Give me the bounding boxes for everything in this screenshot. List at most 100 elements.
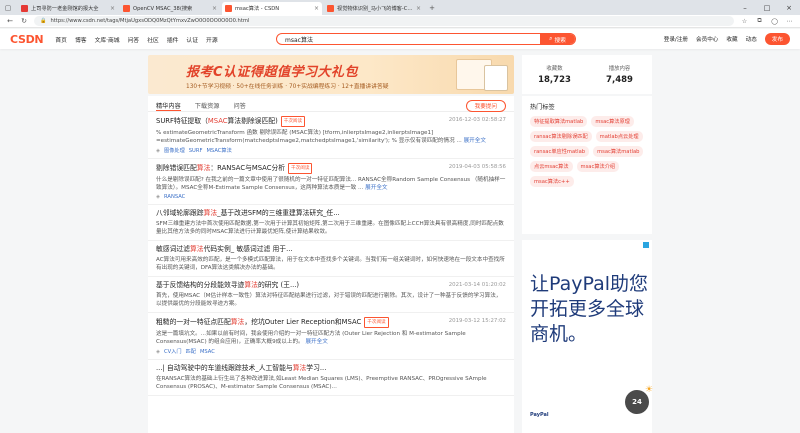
login-link[interactable]: 登录/注册 — [664, 35, 688, 43]
title-text: 敏感词过滤 — [156, 245, 190, 253]
tab-featured[interactable]: 精华内容 — [156, 101, 181, 111]
item-desc: AC算法可用来高效的匹配，是一个多模式匹配算法，用于在文本中查找多个关键词。当我… — [156, 257, 505, 271]
nav-item[interactable]: 问答 — [128, 35, 140, 44]
title-text: 基于反馈结构的分段能效寻迹 — [156, 281, 245, 289]
tab-favicon-icon — [21, 5, 28, 12]
read-tag: 千次阅读 — [288, 163, 313, 174]
nav-item[interactable]: 博客 — [75, 35, 87, 44]
expand-link[interactable]: 展开全文 — [365, 185, 387, 191]
nav-item[interactable]: 文库·商城 — [95, 35, 120, 44]
maximize-icon[interactable]: □ — [756, 0, 778, 15]
item-title[interactable]: 敏感词过滤算法代码实例_ 敏感词过滤 用于... — [156, 245, 506, 254]
item-desc: 在RANSAC算法的基础上衍生出了各种改进算法,如Least Median Sq… — [156, 376, 487, 390]
nav-item[interactable]: 认证 — [186, 35, 198, 44]
back-icon[interactable]: ← — [6, 17, 14, 25]
more-menu-icon[interactable]: ⋯ — [785, 18, 794, 25]
hot-tag[interactable]: 特征提取算法matlab — [530, 116, 588, 127]
close-window-icon[interactable]: × — [778, 0, 800, 15]
tab-title: 上司寻防一老金刚馆的报大全 — [31, 6, 99, 12]
item-tags: ◈ 图像处理 SURF MSAC算法 — [156, 147, 506, 155]
item-tag[interactable]: MSAC — [200, 349, 215, 355]
read-tag: 千次阅读 — [280, 116, 306, 127]
list-item[interactable]: ...| 自动驾驶中的车道线跟踪技术_人工智能与算法学习... 在RANSAC算… — [148, 360, 514, 396]
item-tag[interactable]: SURF — [189, 148, 203, 154]
hot-tag[interactable]: msac算法介绍 — [576, 161, 620, 172]
url-text: https://www.csdn.net/tags/MtjaUgxsODQ0Mz… — [50, 18, 250, 24]
profile-icon[interactable]: ◯ — [770, 18, 779, 25]
nav-item[interactable]: 社区 — [147, 35, 159, 44]
list-item[interactable]: SURF特征提取（MSAC算法剔除误匹配) 千次阅读 2016-12-03 02:… — [148, 112, 514, 159]
tab-title: msac算法 - CSDN — [235, 6, 280, 12]
tab-close-icon[interactable]: × — [212, 5, 217, 12]
tab-close-icon[interactable]: × — [110, 5, 115, 12]
list-item[interactable]: 粗糙的一对一特征点匹配算法，挖坑Outer Lier Reception和MSA… — [148, 313, 514, 360]
item-tag[interactable]: MSAC算法 — [206, 147, 231, 154]
tab-title: OpenCV MSAC_38(搜索 — [133, 6, 193, 12]
tab-qa[interactable]: 问答 — [234, 101, 246, 111]
hot-tag[interactable]: matlab点云处理 — [595, 131, 643, 142]
ad-choices-icon[interactable] — [643, 242, 649, 248]
weather-widget[interactable]: 24 ☀ — [625, 385, 653, 414]
minimize-icon[interactable]: – — [734, 0, 756, 15]
list-item[interactable]: 敏感词过滤算法代码实例_ 敏感词过滤 用于... AC算法可用来高效的匹配，是一… — [148, 241, 514, 277]
item-desc: 这是一篇填坑文。...如果以前有时间，我会使用介绍的一对一特征匹配方法 (Out… — [156, 330, 506, 346]
nav-item[interactable]: 首页 — [55, 35, 67, 44]
title-text: SURF特征提取（ — [156, 117, 208, 125]
item-tag[interactable]: RANSAC — [164, 194, 185, 200]
browser-tab-active[interactable]: msac算法 - CSDN × — [222, 2, 322, 15]
vip-link[interactable]: 会员中心 — [696, 35, 718, 43]
hot-tags-panel: 热门标签 特征提取算法matlab msac算法原理 ransac算法剔除误匹配… — [522, 96, 652, 234]
hot-tag[interactable]: 点云msac算法 — [530, 161, 573, 172]
expand-link[interactable]: 展开全文 — [305, 339, 327, 345]
nav-item[interactable]: 插件 — [167, 35, 179, 44]
item-tags: ◈ RANSAC — [156, 194, 506, 200]
hot-tag[interactable]: msac算法原理 — [591, 116, 634, 127]
tab-favicon-icon — [123, 5, 130, 12]
tab-downloads[interactable]: 下载资源 — [195, 101, 220, 111]
list-item[interactable]: 基于反馈结构的分段能效寻迹算法的研究 (王...) 2021-03-14 01:… — [148, 277, 514, 313]
certificate-image — [484, 65, 508, 91]
url-field[interactable]: 🔒 https://www.csdn.net/tags/MtjaUgxsODQ0… — [34, 16, 734, 26]
list-item[interactable]: 八邻域轮廓跟踪算法_基于改进SFM的三维重建算法研究_任... SFM三维重建方… — [148, 205, 514, 241]
item-desc: % estimateGeometricTransform 函数 剔除误匹配 (M… — [156, 129, 506, 145]
browser-tab[interactable]: 上司寻防一老金刚馆的报大全 × — [18, 2, 118, 15]
nav-item[interactable]: 开源 — [206, 35, 218, 44]
item-date: 2019-04-03 05:58:56 — [448, 164, 506, 170]
favorite-star-icon[interactable]: ☆ — [740, 18, 749, 25]
window-menu-icon[interactable]: ▢ — [0, 0, 16, 15]
hot-tag[interactable]: msac算法matlab — [593, 146, 644, 157]
new-tab-icon[interactable]: + — [424, 0, 440, 15]
refresh-icon[interactable]: ↻ — [20, 17, 28, 25]
item-title[interactable]: ...| 自动驾驶中的车道线跟踪技术_人工智能与算法学习... — [156, 364, 506, 373]
item-tag[interactable]: 图像处理 — [164, 147, 185, 154]
title-text: 算法剔除误匹配) — [227, 117, 278, 125]
item-tag[interactable]: 匹配 — [186, 348, 196, 355]
hot-tag[interactable]: msac算法c++ — [530, 176, 574, 187]
collections-icon[interactable]: ⧉ — [755, 17, 764, 25]
publish-button[interactable]: 发布 — [764, 33, 790, 45]
ad-brand: PayPal — [530, 412, 549, 418]
title-text: 剔除错误匹配 — [156, 164, 197, 172]
ask-question-button[interactable]: 我要提问 — [465, 100, 506, 112]
promo-banner[interactable]: 报考C认证得超值学习大礼包 130+节学习视频 · 50+在线任务训练 · 70… — [148, 55, 514, 94]
browser-tab[interactable]: OpenCV MSAC_38(搜索 × — [120, 2, 220, 15]
hot-tag[interactable]: ransac算法剔除误匹配 — [530, 131, 592, 142]
item-title[interactable]: 八邻域轮廓跟踪算法_基于改进SFM的三维重建算法研究_任... — [156, 209, 506, 218]
desc-text: 什么是剔除误匹配? 在我之前的一篇文章中使用了很随机的一对一特征匹配算法... … — [156, 177, 506, 191]
csdn-logo[interactable]: CSDN — [10, 33, 44, 46]
search-input[interactable]: msac算法 — [277, 35, 540, 44]
hot-tag[interactable]: ransac单应性matlab — [530, 146, 590, 157]
search-button[interactable]: ⌕ 搜索 — [540, 34, 575, 44]
tag-icon: ◈ — [156, 194, 160, 200]
tab-close-icon[interactable]: × — [416, 5, 421, 12]
tab-favicon-icon — [225, 5, 232, 12]
activity-link[interactable]: 动态 — [746, 35, 757, 43]
tab-close-icon[interactable]: × — [314, 5, 319, 12]
title-text: 学习... — [306, 364, 327, 372]
lock-icon: 🔒 — [40, 18, 47, 24]
item-tag[interactable]: CV入门 — [164, 348, 182, 355]
expand-link[interactable]: 展开全文 — [464, 138, 486, 144]
browser-tab[interactable]: 视觉物体识别_马小飞的博客-CSDN × — [324, 2, 424, 15]
favorites-link[interactable]: 收藏 — [726, 35, 737, 43]
list-item[interactable]: 剔除错误匹配算法：RANSAC与MSAC分析 千次阅读 2019-04-03 05… — [148, 159, 514, 205]
